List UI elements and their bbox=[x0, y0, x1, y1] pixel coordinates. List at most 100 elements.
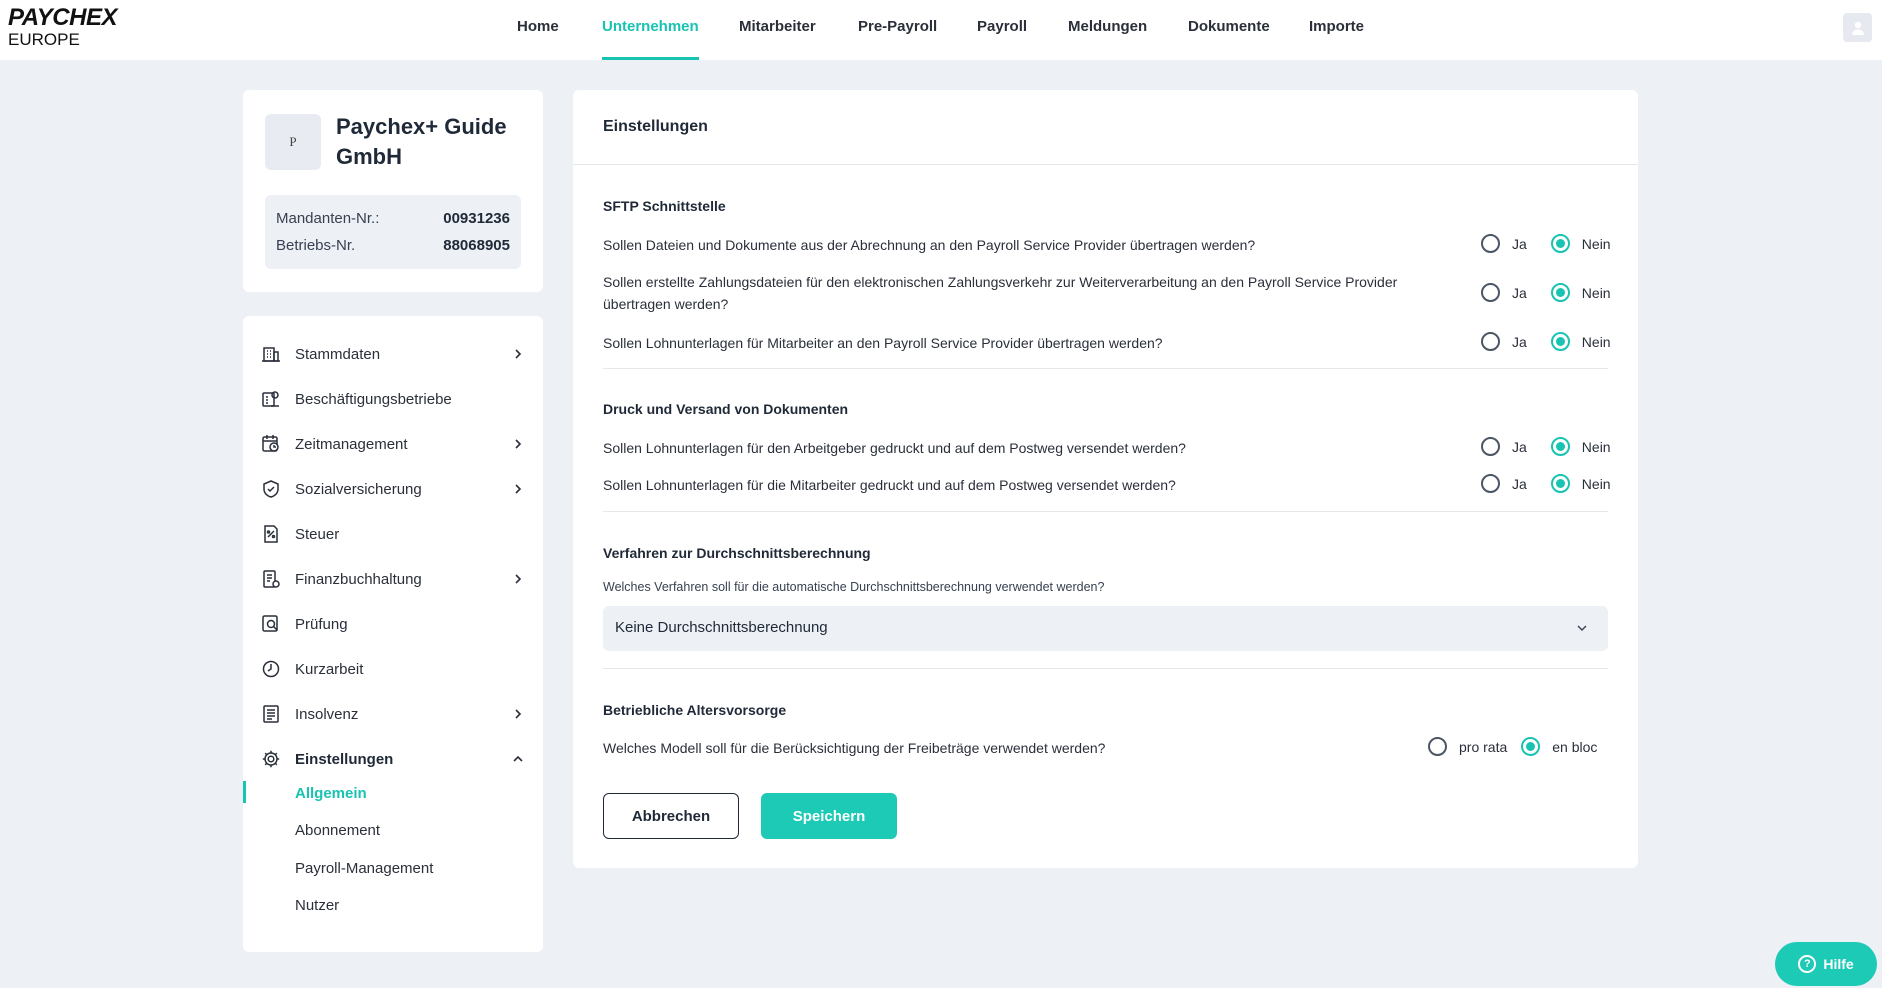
sidebar-item-pruefung[interactable]: Prüfung bbox=[243, 604, 543, 644]
nav-importe[interactable]: Importe bbox=[1309, 0, 1364, 60]
radio-nein[interactable]: Nein bbox=[1550, 283, 1611, 302]
sidebar-item-stammdaten[interactable]: Stammdaten bbox=[243, 334, 543, 374]
chevron-right-icon bbox=[515, 574, 522, 584]
logo-subline: EUROPE bbox=[8, 30, 80, 49]
question-altersvorsorge: Welches Modell soll für die Berücksichti… bbox=[603, 740, 1106, 756]
radio-pro-rata[interactable]: pro rata bbox=[1428, 737, 1507, 756]
betrieb-value: 88068905 bbox=[443, 237, 510, 254]
sidebar-item-steuer[interactable]: Steuer bbox=[243, 514, 543, 554]
sidebar-subitem-abonnement[interactable]: Abonnement bbox=[243, 814, 543, 846]
question-sftp-files: Sollen Dateien und Dokumente aus der Abr… bbox=[603, 237, 1256, 253]
sidebar-item-label: Stammdaten bbox=[295, 345, 381, 363]
radio-label: en bloc bbox=[1552, 738, 1598, 755]
radio-ja[interactable]: Ja bbox=[1481, 234, 1527, 253]
nav-unternehmen[interactable]: Unternehmen bbox=[602, 0, 699, 60]
radio-group-sftp-payslips: Ja Nein bbox=[1481, 332, 1611, 351]
sidebar-item-label: Prüfung bbox=[295, 615, 348, 633]
radio-ja[interactable]: Ja bbox=[1481, 332, 1527, 351]
radio-circle-checked bbox=[1550, 437, 1570, 456]
sidebar-item-zeitmanagement[interactable]: Zeitmanagement bbox=[243, 424, 543, 464]
sidebar-subitem-allgemein[interactable]: Allgemein bbox=[243, 777, 543, 809]
help-label: Hilfe bbox=[1823, 956, 1854, 972]
radio-circle bbox=[1481, 283, 1500, 302]
radio-en-bloc[interactable]: en bloc bbox=[1521, 737, 1597, 756]
radio-label: Ja bbox=[1512, 475, 1527, 492]
radio-nein[interactable]: Nein bbox=[1550, 437, 1611, 456]
sidebar-item-label: Beschäftigungsbetriebe bbox=[295, 390, 452, 408]
radio-nein[interactable]: Nein bbox=[1550, 474, 1611, 493]
radio-label: Nein bbox=[1581, 235, 1611, 252]
sidebar-item-kurzarbeit[interactable]: Kurzarbeit bbox=[243, 649, 543, 689]
company-logo: P bbox=[265, 114, 321, 170]
sidebar-item-label: Finanzbuchhaltung bbox=[295, 570, 422, 588]
radio-label: Ja bbox=[1512, 284, 1527, 301]
user-icon bbox=[1851, 21, 1864, 35]
radio-ja[interactable]: Ja bbox=[1481, 283, 1527, 302]
sidebar-item-einstellungen[interactable]: Einstellungen bbox=[243, 739, 543, 779]
sidebar-subitem-label: Nutzer bbox=[295, 896, 340, 914]
clock-icon bbox=[260, 658, 282, 680]
nav-payroll[interactable]: Payroll bbox=[977, 0, 1027, 60]
nav-meldungen[interactable]: Meldungen bbox=[1068, 0, 1147, 60]
magnifier-document-icon bbox=[260, 613, 282, 635]
company-name: Paychex+ Guide GmbH bbox=[336, 114, 507, 169]
radio-circle-checked bbox=[1550, 332, 1570, 351]
settings-header: Einstellungen bbox=[573, 90, 1638, 165]
sidebar-subitem-label: Abonnement bbox=[295, 821, 381, 839]
radio-nein[interactable]: Nein bbox=[1550, 234, 1611, 253]
cancel-button[interactable]: Abbrechen bbox=[603, 793, 739, 839]
chevron-right-icon bbox=[515, 349, 522, 359]
calendar-clock-icon bbox=[260, 433, 282, 455]
chevron-right-icon bbox=[515, 484, 522, 494]
radio-circle-checked bbox=[1550, 474, 1570, 493]
sidebar-item-label: Zeitmanagement bbox=[295, 435, 408, 453]
select-value: Keine Durchschnittsberechnung bbox=[615, 619, 828, 636]
nav-home[interactable]: Home bbox=[517, 0, 559, 60]
nav-dokumente[interactable]: Dokumente bbox=[1188, 0, 1270, 60]
mandant-row: Mandanten-Nr.: 00931236 bbox=[276, 205, 510, 232]
nav-mitarbeiter[interactable]: Mitarbeiter bbox=[739, 0, 816, 60]
chevron-down-icon bbox=[1577, 625, 1587, 631]
radio-label: Nein bbox=[1581, 333, 1611, 350]
radio-circle bbox=[1481, 234, 1500, 253]
radio-group-sftp-payments: Ja Nein bbox=[1481, 283, 1611, 302]
question-druck-arbeitgeber: Sollen Lohnunterlagen für den Arbeitgebe… bbox=[603, 440, 1186, 456]
page-title: Einstellungen bbox=[603, 118, 708, 135]
help-button[interactable]: ? Hilfe bbox=[1775, 942, 1877, 986]
radio-label: Nein bbox=[1581, 475, 1611, 492]
sidebar-subitem-payroll-management[interactable]: Payroll-Management bbox=[243, 852, 543, 884]
sidebar-item-sozialversicherung[interactable]: Sozialversicherung bbox=[243, 469, 543, 509]
company-card: P Paychex+ Guide GmbH Mandanten-Nr.: 009… bbox=[243, 90, 543, 292]
nav-pre-payroll[interactable]: Pre-Payroll bbox=[858, 0, 937, 60]
question-druck-mitarbeiter: Sollen Lohnunterlagen für die Mitarbeite… bbox=[603, 477, 1176, 493]
betrieb-row: Betriebs-Nr. 88068905 bbox=[276, 232, 510, 259]
radio-circle bbox=[1481, 474, 1500, 493]
paychex-logo[interactable]: PAYCHEX EUROPE bbox=[8, 4, 117, 49]
mandant-value: 00931236 bbox=[443, 210, 510, 227]
user-avatar-button[interactable] bbox=[1843, 13, 1872, 42]
durchschnitt-select[interactable]: Keine Durchschnittsberechnung bbox=[603, 606, 1608, 651]
building-settings-icon bbox=[260, 388, 282, 410]
radio-ja[interactable]: Ja bbox=[1481, 474, 1527, 493]
section-title-altersvorsorge: Betriebliche Altersvorsorge bbox=[603, 702, 787, 718]
shield-icon bbox=[260, 478, 282, 500]
sidebar-subitem-label: Payroll-Management bbox=[295, 859, 434, 877]
radio-circle bbox=[1481, 332, 1500, 351]
radio-ja[interactable]: Ja bbox=[1481, 437, 1527, 456]
building-icon bbox=[260, 343, 282, 365]
sidebar-item-beschaeftigungsbetriebe[interactable]: Beschäftigungsbetriebe bbox=[243, 379, 543, 419]
logo-wordmark: PAYCHEX bbox=[8, 4, 117, 31]
chevron-right-icon bbox=[515, 709, 522, 719]
betrieb-label: Betriebs-Nr. bbox=[276, 237, 356, 254]
percent-document-icon bbox=[260, 523, 282, 545]
radio-nein[interactable]: Nein bbox=[1550, 332, 1611, 351]
radio-label: pro rata bbox=[1459, 738, 1508, 755]
save-button[interactable]: Speichern bbox=[761, 793, 897, 839]
sidebar-subitem-nutzer[interactable]: Nutzer bbox=[243, 889, 543, 921]
chevron-right-icon bbox=[515, 439, 522, 449]
section-title-druck: Druck und Versand von Dokumenten bbox=[603, 401, 849, 417]
sidebar-item-insolvenz[interactable]: Insolvenz bbox=[243, 694, 543, 734]
sidebar-item-label: Einstellungen bbox=[295, 750, 394, 768]
sidebar-item-finanzbuchhaltung[interactable]: Finanzbuchhaltung bbox=[243, 559, 543, 599]
company-ids-box: Mandanten-Nr.: 00931236 Betriebs-Nr. 880… bbox=[265, 195, 521, 269]
